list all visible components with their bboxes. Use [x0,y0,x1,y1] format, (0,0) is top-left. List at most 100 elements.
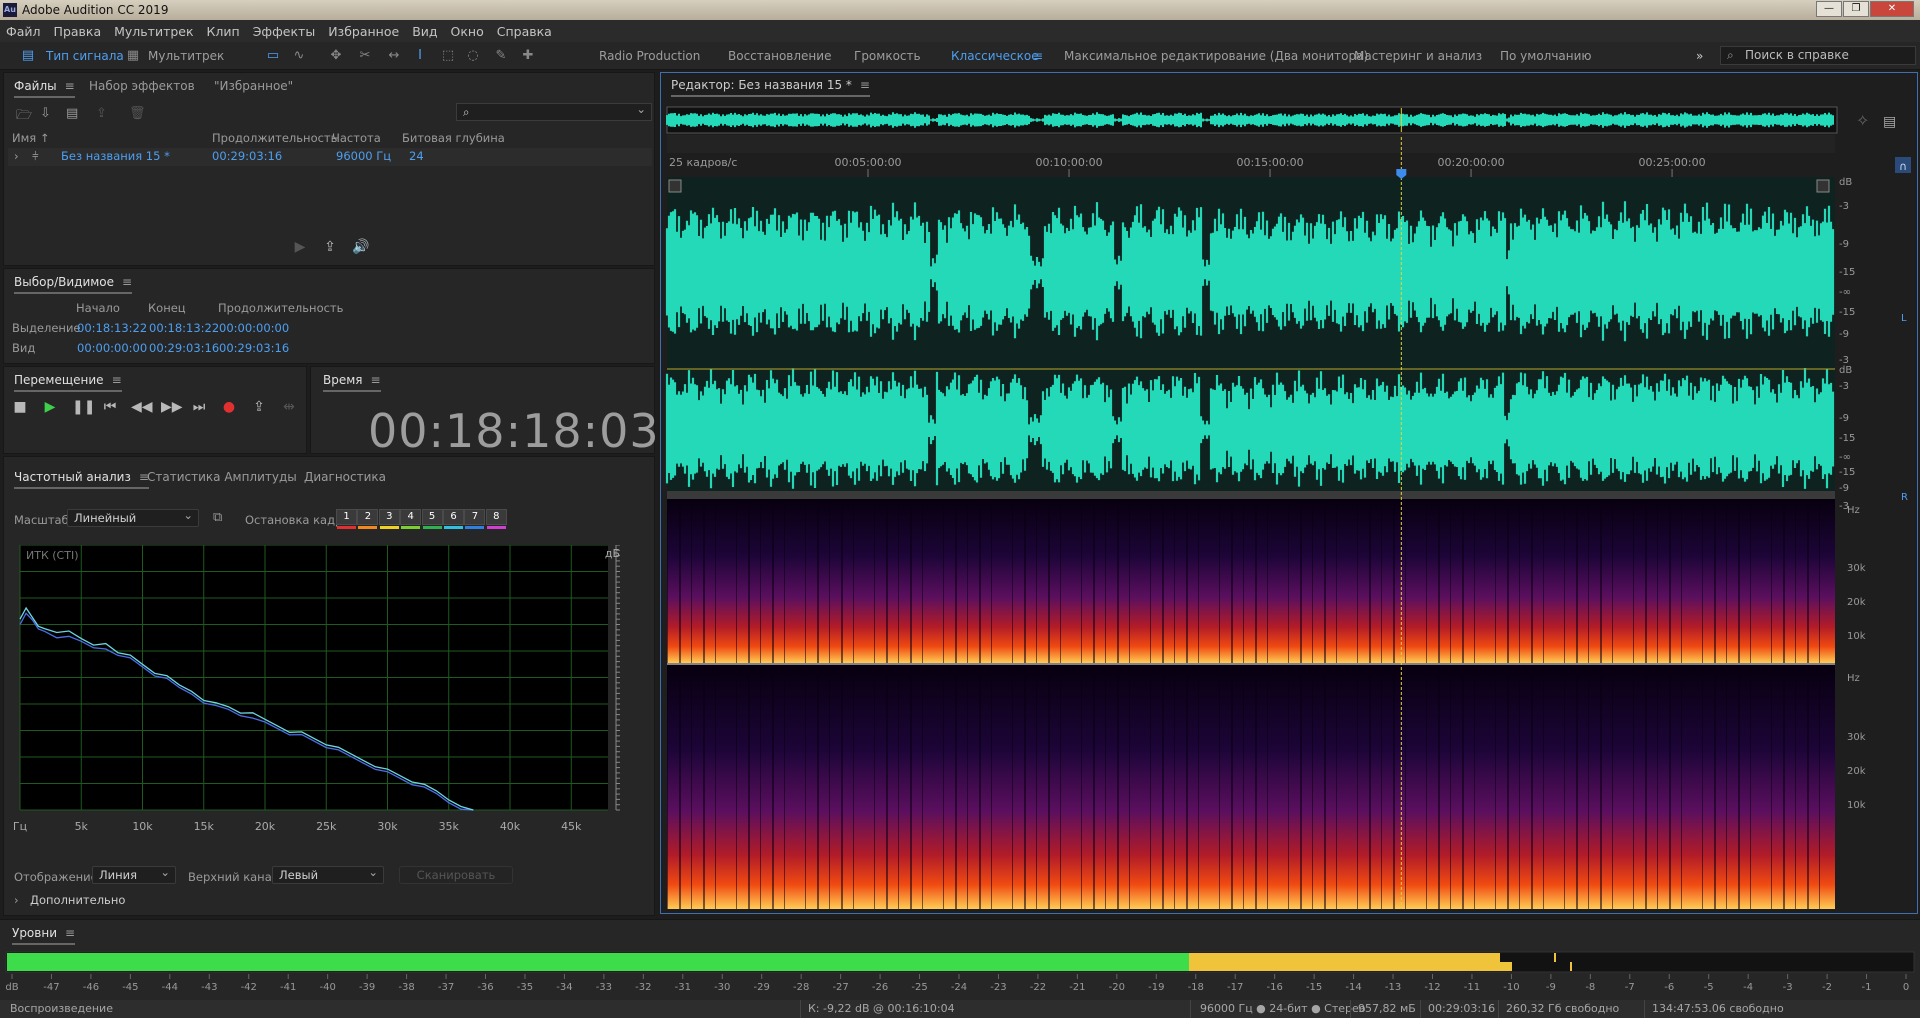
channel-dropdown[interactable]: Левый [272,864,384,884]
workspace-restoration[interactable]: Восстановление [728,47,831,65]
panel-menu-icon[interactable]: ≡ [65,926,75,940]
fast-forward-icon[interactable]: ▶▶ [161,399,183,415]
multitrack-mode-button[interactable]: Мультитрек [148,47,224,65]
menu-view[interactable]: Вид [412,24,437,39]
column-depth[interactable]: Битовая глубина [402,131,505,145]
column-rate[interactable]: Частота [332,131,381,145]
freeze-slot-3[interactable]: 3 [378,509,400,529]
selection-duration[interactable]: 00:00:00:00 [219,321,289,335]
view-start[interactable]: 00:00:00:00 [77,341,147,355]
maximize-button[interactable]: ❐ [1843,1,1869,17]
editor-options-icon[interactable]: ▤ [1883,114,1896,130]
open-file-icon[interactable]: 🗁 [16,106,32,128]
menu-clip[interactable]: Клип [207,24,240,39]
scan-button[interactable]: Сканировать [399,866,513,884]
spot-healing-tool-icon[interactable]: ✚ [520,48,536,64]
workspace-classic[interactable]: Классическое [951,47,1039,65]
tab-diagnostics[interactable]: Диагностика [304,470,386,484]
rewind-icon[interactable]: ◀◀ [131,399,153,415]
menu-edit[interactable]: Правка [54,24,102,39]
menu-window[interactable]: Окно [451,24,484,39]
view-duration[interactable]: 00:29:03:16 [219,341,289,355]
table-row[interactable]: › ⫩ Без названия 15 * 00:29:03:16 96000 … [8,148,652,166]
workspace-default[interactable]: По умолчанию [1500,47,1592,65]
stop-button-icon[interactable]: ■ [12,399,28,415]
import-file-icon[interactable]: ⇩ [40,106,51,121]
channel-right-label[interactable]: R [1901,492,1908,503]
channel-left-label[interactable]: L [1901,313,1907,324]
insert-icon[interactable]: ⇪ [96,106,107,121]
minimize-button[interactable]: — [1816,1,1842,17]
freeze-slot-6[interactable]: 6 [443,509,464,529]
column-duration[interactable]: Продолжительность [212,131,337,145]
column-name[interactable]: Имя ↑ [12,131,50,145]
workspace-menu-icon[interactable]: ≡ [1033,47,1043,65]
panel-menu-icon[interactable]: ≡ [65,79,75,93]
workspace-radio-production[interactable]: Radio Production [599,47,700,65]
freeze-slot-5[interactable]: 5 [421,509,443,529]
expand-icon[interactable] [1816,179,1830,193]
freeze-slot-4[interactable]: 4 [400,509,422,529]
workspace-loudness[interactable]: Громкость [854,47,921,65]
menu-multitrack[interactable]: Мультитрек [114,24,193,39]
panel-menu-icon[interactable]: ≡ [112,373,122,387]
menu-file[interactable]: Файл [6,24,41,39]
waveform-view-icon[interactable]: ▭ [265,48,281,64]
slip-tool-icon[interactable]: ↔ [386,48,402,64]
menu-favorites[interactable]: Избранное [328,24,399,39]
tab-effects-rack[interactable]: Набор эффектов [89,79,195,93]
new-file-icon[interactable]: ▤ [66,106,78,121]
go-to-end-icon[interactable]: ⏭ [191,399,207,415]
spectral-view-icon[interactable]: ∿ [291,48,307,64]
files-filter-input[interactable]: ⌕ [456,101,652,121]
go-to-start-icon[interactable]: ⏮ [102,399,118,415]
time-ruler[interactable] [667,135,1835,153]
help-search-input[interactable]: ⌕ Поиск в справке [1720,46,1916,65]
tab-favorites[interactable]: "Избранное" [214,79,293,93]
loop-preview-icon[interactable]: ⇪ [322,239,338,255]
lasso-tool-icon[interactable]: ◌ [465,48,481,64]
advanced-expand-icon[interactable]: › [14,893,19,907]
delete-icon[interactable]: 🗑 [129,106,146,121]
freeze-slot-2[interactable]: 2 [357,509,379,529]
loop-playback-icon[interactable]: ⇪ [251,399,267,415]
display-dropdown[interactable]: Линия [92,864,176,884]
view-end[interactable]: 00:29:03:16 [149,341,219,355]
freeze-slot-8[interactable]: 8 [485,509,507,529]
record-button-icon[interactable]: ● [221,399,237,415]
pause-button-icon[interactable]: ❚❚ [72,399,95,415]
freeze-toggle-icon[interactable]: ⧉ [213,510,222,525]
brush-tool-icon[interactable]: ✎ [493,48,509,64]
freeze-slot-1[interactable]: 1 [336,509,357,529]
auto-play-icon[interactable]: 🔊 [352,239,369,255]
time-selection-tool-icon[interactable]: I [412,48,428,64]
skip-selection-icon[interactable]: ⇹ [281,399,297,415]
hud-toggle-icon[interactable] [668,179,682,193]
tab-files[interactable]: Файлы ≡ [14,79,75,98]
workspace-mastering[interactable]: Мастеринг и анализ [1354,47,1482,65]
editor-canvas[interactable]: ✧ ▤ 25 кадров/с 00:05:00:00 00:10:00:00 00… [661,73,1917,913]
view-splitter[interactable] [667,491,1835,499]
more-workspaces-icon[interactable]: » [1696,47,1703,65]
expand-icon[interactable]: › [14,149,19,163]
freeze-slot-7[interactable]: 7 [464,509,486,529]
advanced-section[interactable]: Дополнительно [30,893,125,907]
menu-help[interactable]: Справка [497,24,552,39]
scale-dropdown[interactable]: Линейный [67,507,199,527]
workspace-max-edit[interactable]: Максимальное редактирование (Два монитор… [1064,47,1368,65]
tab-frequency-analysis[interactable]: Частотный анализ ≡ [14,470,149,489]
selection-end[interactable]: 00:18:13:22 [149,321,219,335]
marquee-tool-icon[interactable]: ⬚ [440,48,456,64]
play-preview-icon[interactable]: ▶ [292,239,308,255]
tab-amplitude-stats[interactable]: Статистика Амплитуды [147,470,297,484]
move-tool-icon[interactable]: ✥ [328,48,344,64]
panel-menu-icon[interactable]: ≡ [371,373,381,387]
zoom-navigator-icon[interactable]: ✧ [1856,111,1869,130]
close-button[interactable]: ✕ [1870,1,1914,17]
razor-tool-icon[interactable]: ✂ [357,48,373,64]
waveform-mode-button[interactable]: Тип сигнала [46,47,124,65]
selection-start[interactable]: 00:18:13:22 [77,321,147,335]
panel-menu-icon[interactable]: ≡ [122,275,132,289]
play-button-icon[interactable]: ▶ [42,399,58,415]
menu-effects[interactable]: Эффекты [253,24,316,39]
